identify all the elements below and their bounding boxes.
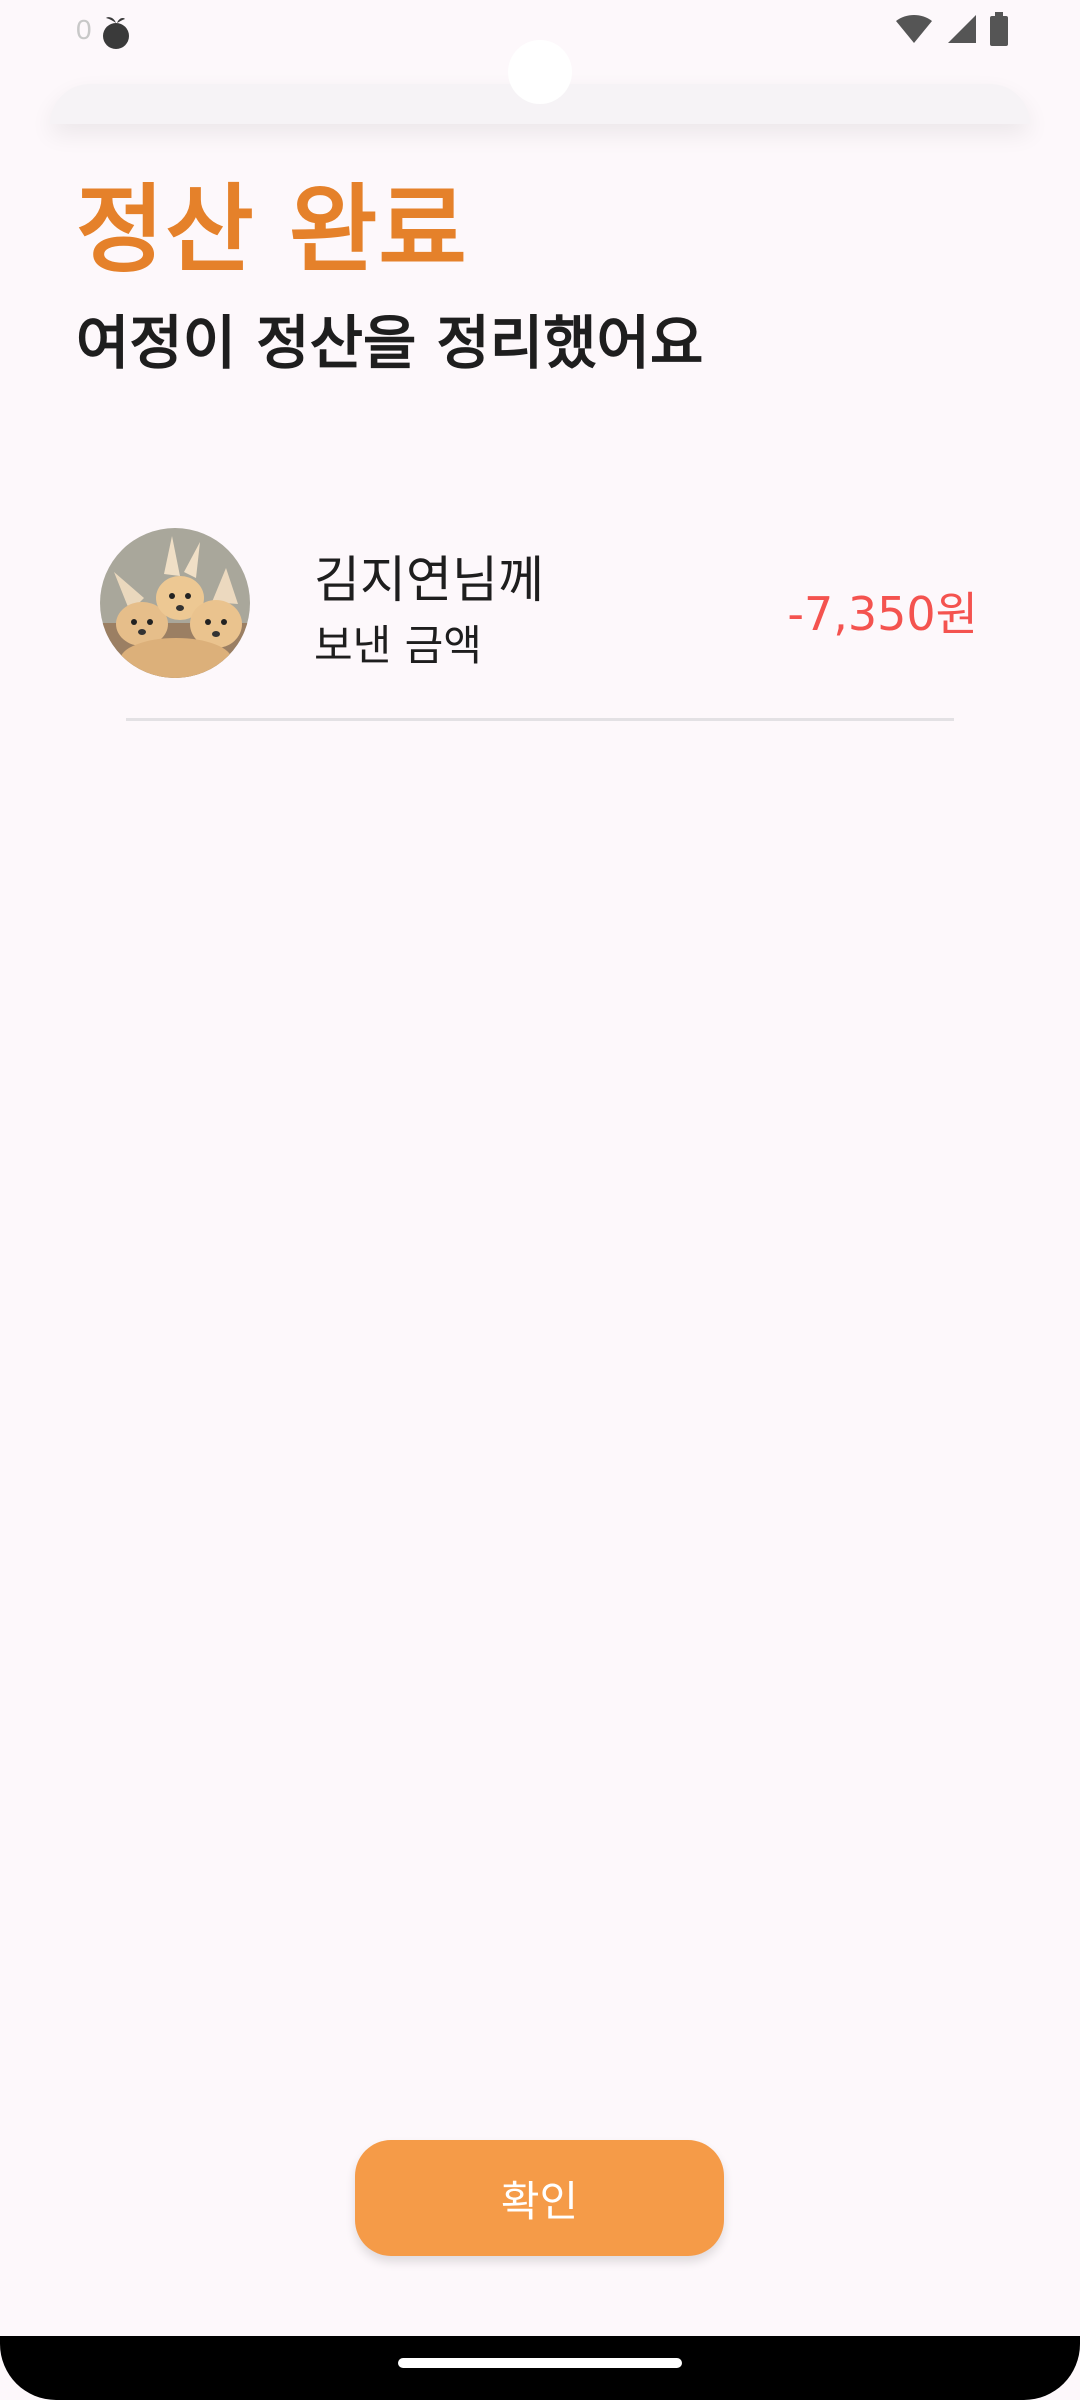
page-subtitle: 여정이 정산을 정리했어요 xyxy=(76,309,704,377)
status-icons xyxy=(894,12,1010,46)
cellular-signal-icon xyxy=(948,15,976,43)
transfer-row: 김지연님께 보낸 금액 -7,350원 xyxy=(100,520,980,720)
navigation-bar xyxy=(0,2336,1080,2400)
home-indicator[interactable] xyxy=(398,2358,682,2368)
settlement-complete-screen: 0 정산 완료 여정이 정산을 정리했어요 김지연님께 보낸 금액 -7,350… xyxy=(0,0,1080,2400)
fennec-fox-avatar xyxy=(100,528,250,678)
row-divider xyxy=(126,718,954,721)
notification-fruit-icon xyxy=(103,17,129,49)
recipient-name: 김지연님께 xyxy=(314,551,544,609)
front-camera-cutout xyxy=(508,40,572,104)
status-time: 0 xyxy=(76,14,92,45)
confirm-button[interactable]: 확인 xyxy=(355,2140,724,2256)
page-title: 정산 완료 xyxy=(76,174,468,286)
transfer-description: 보낸 금액 xyxy=(314,621,482,670)
transfer-amount: -7,350원 xyxy=(787,587,978,641)
battery-icon xyxy=(990,12,1008,46)
wifi-icon xyxy=(896,15,932,43)
